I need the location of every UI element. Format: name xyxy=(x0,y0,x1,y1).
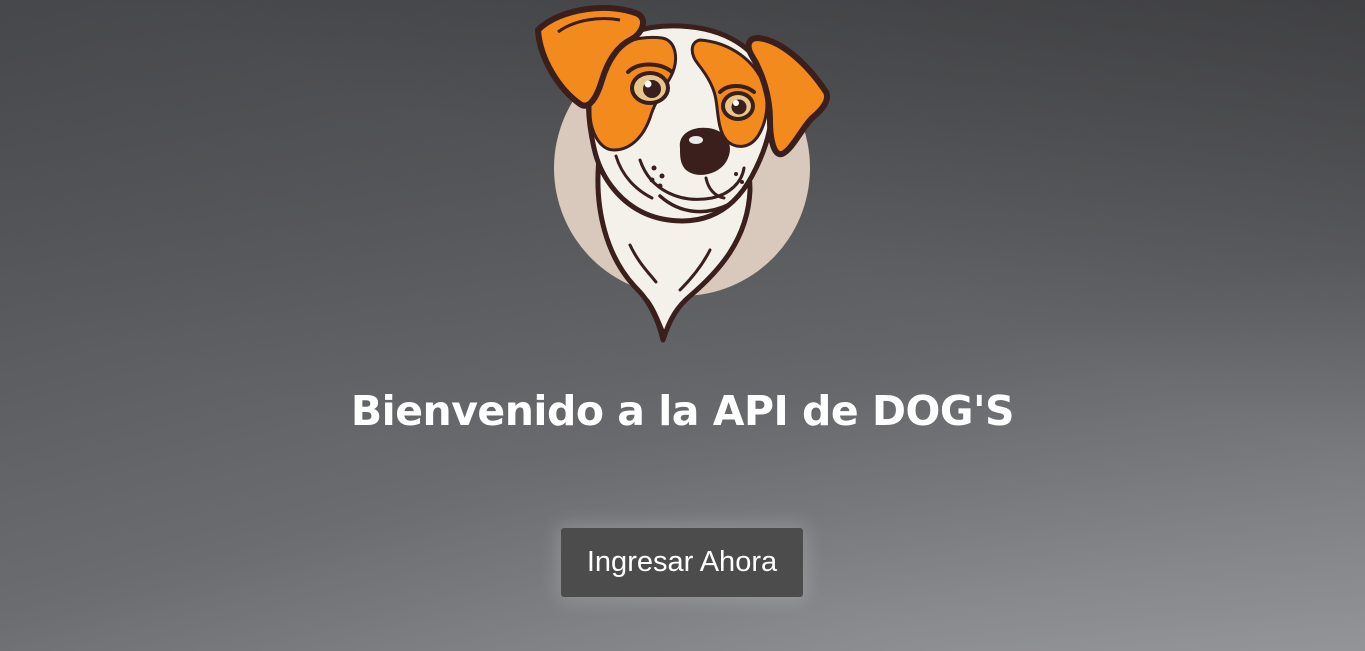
dog-logo-icon xyxy=(530,0,835,345)
page-title: Bienvenido a la API de DOG'S xyxy=(350,387,1015,435)
enter-now-button[interactable]: Ingresar Ahora xyxy=(561,528,803,597)
